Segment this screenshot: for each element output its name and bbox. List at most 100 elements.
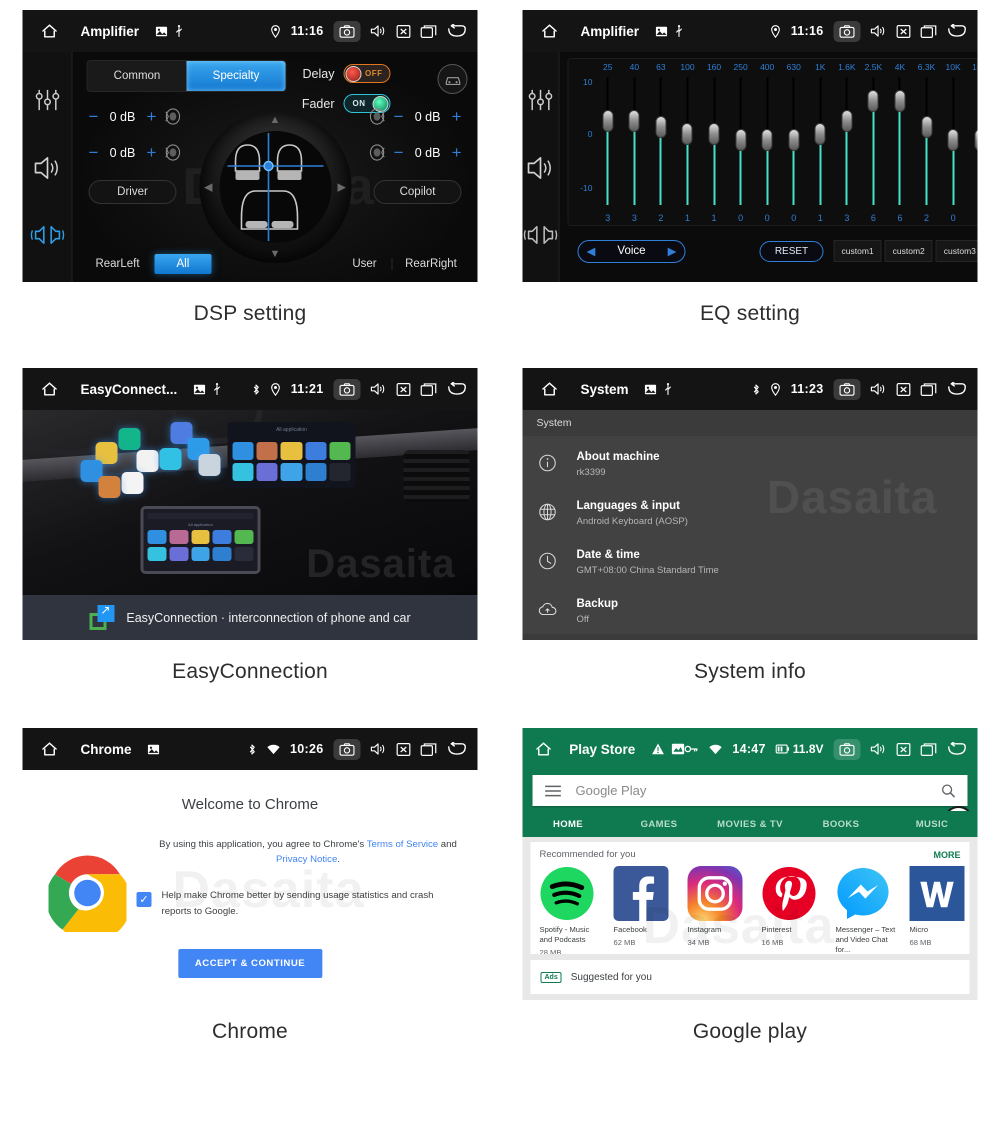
- prev-preset-icon[interactable]: ◀: [587, 244, 596, 258]
- equalizer-icon[interactable]: [34, 88, 60, 112]
- eq-slider-thumb[interactable]: [681, 122, 693, 145]
- tab-home[interactable]: HOME: [523, 811, 614, 837]
- app-card[interactable]: Instagram 34 MB: [687, 866, 751, 954]
- eq-slider-thumb[interactable]: [841, 109, 853, 132]
- bottom-rearleft[interactable]: RearLeft: [81, 258, 155, 270]
- volume-icon[interactable]: [870, 742, 887, 756]
- equalizer-icon[interactable]: [528, 88, 554, 112]
- home-icon[interactable]: [33, 741, 67, 757]
- eq-slider-thumb[interactable]: [628, 109, 640, 132]
- recents-icon[interactable]: [420, 382, 437, 396]
- search-icon[interactable]: [941, 783, 956, 798]
- settings-row-backup[interactable]: Backup Off: [523, 585, 978, 634]
- eq-slider[interactable]: 10K 0: [940, 59, 967, 225]
- camera-icon[interactable]: [333, 20, 361, 42]
- recents-icon[interactable]: [920, 382, 937, 396]
- close-icon[interactable]: [896, 382, 911, 396]
- bottom-rearright[interactable]: RearRight: [391, 257, 470, 270]
- eq-slider[interactable]: 25 3: [595, 59, 622, 225]
- minus-icon[interactable]: −: [89, 108, 99, 125]
- copilot-button[interactable]: Copilot: [373, 180, 462, 204]
- preset-selector[interactable]: ◀ Voice ▶: [577, 239, 686, 263]
- eq-slider-thumb[interactable]: [814, 122, 826, 145]
- back-icon[interactable]: [947, 742, 968, 756]
- speaker-icon[interactable]: [33, 156, 61, 180]
- minus-icon[interactable]: −: [89, 144, 99, 161]
- eq-slider-thumb[interactable]: [894, 90, 906, 112]
- driver-button[interactable]: Driver: [88, 180, 177, 204]
- pad-arrow-right[interactable]: ▶: [338, 181, 346, 194]
- bottom-all[interactable]: All: [154, 253, 212, 274]
- surround-sound-icon[interactable]: [29, 224, 65, 246]
- pad-arrow-left[interactable]: ◀: [204, 181, 212, 194]
- eq-slider[interactable]: 1.6K 3: [834, 59, 861, 225]
- volume-icon[interactable]: [870, 24, 887, 38]
- tab-specialty[interactable]: Specialty: [186, 61, 286, 91]
- settings-row-datetime[interactable]: Date & time GMT+08:00 China Standard Time: [523, 536, 978, 585]
- eq-slider-thumb[interactable]: [921, 116, 933, 138]
- eq-slider-thumb[interactable]: [735, 129, 747, 151]
- plus-icon[interactable]: +: [146, 108, 156, 125]
- tab-music[interactable]: MUSIC: [887, 811, 978, 837]
- camera-icon[interactable]: [833, 378, 861, 400]
- usage-stats-checkbox[interactable]: ✓: [136, 892, 152, 907]
- reset-button[interactable]: RESET: [759, 240, 824, 262]
- camera-icon[interactable]: [333, 738, 361, 760]
- eq-slider-thumb[interactable]: [974, 129, 978, 151]
- more-link[interactable]: MORE: [934, 850, 961, 860]
- volume-icon[interactable]: [870, 382, 887, 396]
- back-icon[interactable]: [447, 382, 468, 396]
- eq-slider[interactable]: 630 0: [780, 59, 807, 225]
- search-input[interactable]: Google Play: [576, 783, 647, 798]
- close-icon[interactable]: [396, 382, 411, 396]
- app-card[interactable]: Pinterest 16 MB: [762, 866, 825, 954]
- eq-slider[interactable]: 2.5K 6: [860, 59, 887, 225]
- volume-icon[interactable]: [370, 382, 387, 396]
- close-icon[interactable]: [396, 24, 411, 38]
- custom3-button[interactable]: custom3: [935, 240, 978, 262]
- eq-slider[interactable]: 16K0: [966, 59, 978, 225]
- home-icon[interactable]: [533, 381, 567, 397]
- eq-slider-thumb[interactable]: [867, 90, 879, 112]
- app-card[interactable]: Messenger – Text and Video Chat for... 4…: [836, 866, 899, 954]
- eq-slider-thumb[interactable]: [602, 109, 614, 132]
- menu-icon[interactable]: [545, 785, 562, 797]
- tab-common[interactable]: Common: [88, 61, 187, 91]
- home-icon[interactable]: [533, 741, 556, 757]
- eq-slider[interactable]: 4K 6: [887, 59, 914, 225]
- back-icon[interactable]: [447, 24, 468, 38]
- close-icon[interactable]: [896, 742, 911, 756]
- app-card[interactable]: Facebook 62 MB: [613, 866, 677, 954]
- recents-icon[interactable]: [920, 24, 937, 38]
- eq-slider[interactable]: 100 1: [674, 59, 701, 225]
- eq-slider[interactable]: 63 2: [648, 59, 675, 225]
- volume-icon[interactable]: [370, 24, 387, 38]
- recents-icon[interactable]: [420, 24, 437, 38]
- settings-row-about[interactable]: About machine rk3399: [523, 438, 978, 487]
- camera-icon[interactable]: [833, 20, 861, 42]
- home-icon[interactable]: [33, 23, 67, 39]
- minus-icon[interactable]: −: [394, 108, 404, 125]
- custom2-button[interactable]: custom2: [884, 240, 933, 262]
- search-bar[interactable]: Google Play: [532, 775, 968, 806]
- home-icon[interactable]: [33, 381, 67, 397]
- close-icon[interactable]: [896, 24, 911, 38]
- app-card[interactable]: Micro 68 MB: [909, 866, 970, 954]
- eq-slider[interactable]: 400 0: [754, 59, 781, 225]
- minus-icon[interactable]: −: [394, 144, 404, 161]
- eq-slider-thumb[interactable]: [788, 129, 800, 151]
- close-icon[interactable]: [396, 742, 411, 756]
- tab-games[interactable]: GAMES: [614, 811, 705, 837]
- seat-position-pad[interactable]: ▲ ▼ ◀ ▶: [199, 111, 351, 263]
- pad-arrow-up[interactable]: ▲: [270, 114, 281, 126]
- eq-slider[interactable]: 40 3: [621, 59, 648, 225]
- plus-icon[interactable]: +: [452, 108, 462, 125]
- recents-icon[interactable]: [420, 742, 437, 756]
- speaker-icon[interactable]: [527, 156, 555, 180]
- eq-slider-thumb[interactable]: [655, 116, 667, 138]
- tab-movies-tv[interactable]: MOVIES & TV: [705, 811, 796, 837]
- privacy-notice-link[interactable]: Privacy Notice: [276, 854, 337, 865]
- settings-row-languages[interactable]: Languages & input Android Keyboard (AOSP): [523, 487, 978, 536]
- camera-icon[interactable]: [833, 738, 861, 760]
- eq-slider[interactable]: 6.3K 2: [913, 59, 940, 225]
